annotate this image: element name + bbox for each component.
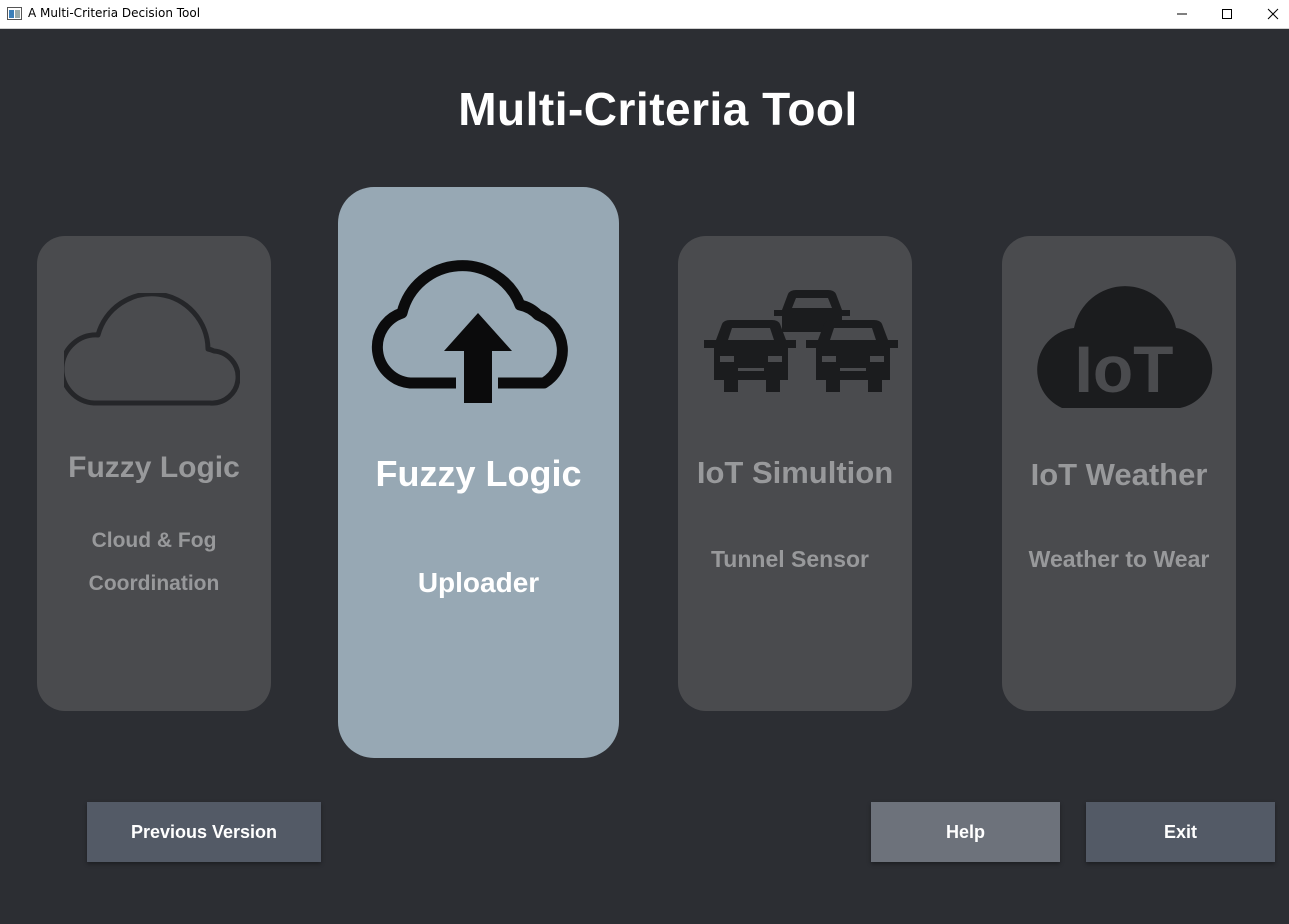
minimize-icon	[1177, 13, 1187, 15]
app-icon	[7, 7, 22, 20]
card-subtitle-line1: Cloud & Fog	[91, 529, 217, 552]
card-subtitle-line2: Coordination	[88, 572, 220, 595]
card-title: Fuzzy Logic	[68, 451, 240, 484]
page-title: Multi-Criteria Tool	[458, 83, 858, 135]
iot-cloud-icon: IoT	[1037, 286, 1213, 408]
card-iot-simulation[interactable]: IoT Simultion Tunnel Sensor	[678, 236, 912, 711]
card-subtitle: Uploader	[417, 567, 540, 598]
card-fuzzy-logic-uploader[interactable]: Fuzzy Logic Uploader	[338, 187, 619, 758]
cloud-upload-icon	[371, 260, 568, 403]
help-button[interactable]: Help	[871, 802, 1060, 862]
iot-icon-text: IoT	[1075, 332, 1174, 406]
close-icon	[1267, 8, 1279, 20]
maximize-button[interactable]	[1204, 0, 1250, 29]
card-title: Fuzzy Logic	[375, 453, 582, 494]
previous-version-button[interactable]: Previous Version	[87, 802, 321, 862]
exit-button[interactable]: Exit	[1086, 802, 1275, 862]
window-title: A Multi-Criteria Decision Tool	[28, 6, 201, 20]
card-fuzzy-logic-cloud-fog[interactable]: Fuzzy Logic Cloud & Fog Coordination	[37, 236, 271, 711]
cloud-outline-icon	[64, 293, 240, 406]
card-subtitle: Weather to Wear	[1028, 546, 1210, 572]
card-title: IoT Simultion	[696, 455, 894, 490]
window-titlebar: A Multi-Criteria Decision Tool	[0, 0, 1289, 29]
traffic-cars-icon	[704, 290, 898, 392]
close-button[interactable]	[1250, 0, 1289, 29]
card-iot-weather[interactable]: IoT IoT Weather Weather to Wear	[1002, 236, 1236, 711]
maximize-icon	[1222, 9, 1232, 19]
card-title: IoT Weather	[1030, 457, 1208, 492]
minimize-button[interactable]	[1159, 0, 1205, 29]
card-subtitle: Tunnel Sensor	[710, 546, 870, 572]
